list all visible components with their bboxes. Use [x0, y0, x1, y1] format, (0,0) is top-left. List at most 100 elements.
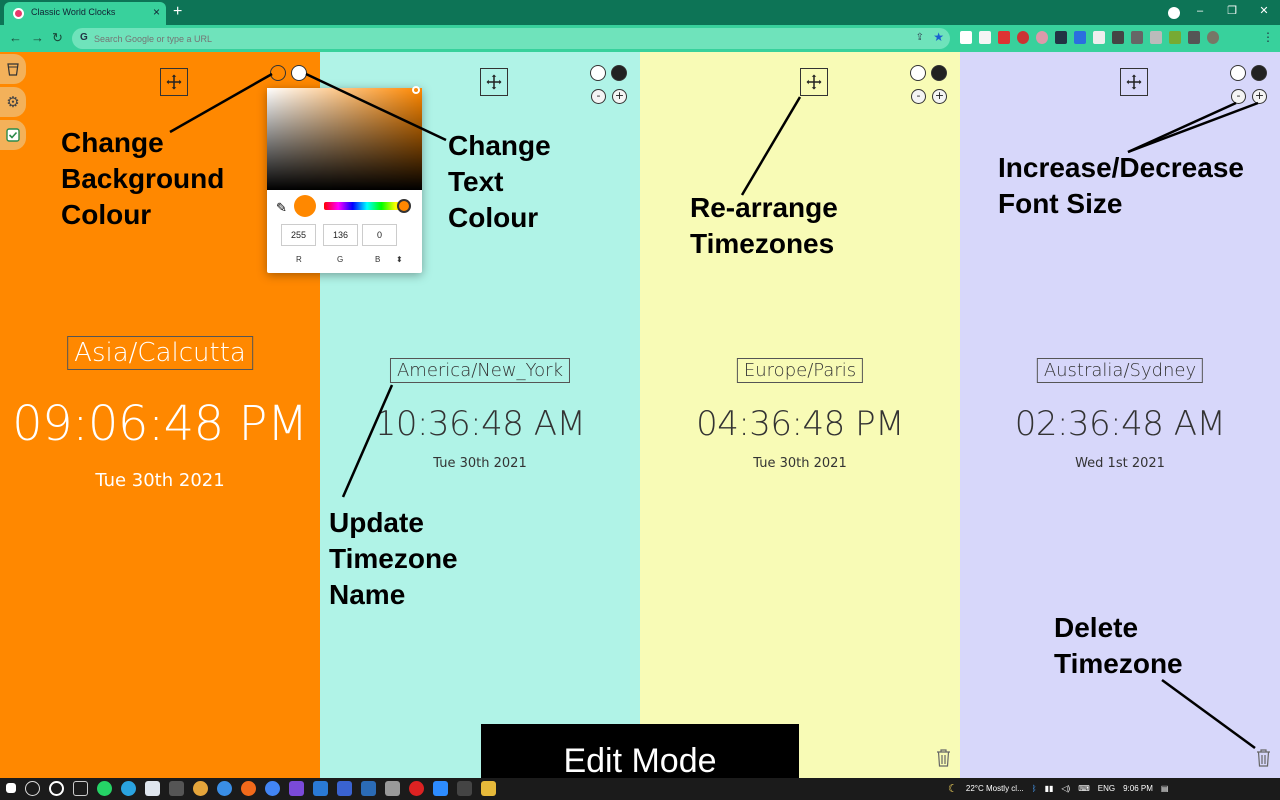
timezone-name-field[interactable]: Europe/Paris — [736, 358, 864, 383]
chrome-canary-icon[interactable] — [265, 781, 280, 796]
add-clock-button[interactable] — [0, 54, 26, 84]
decrease-font-button[interactable]: - — [911, 89, 926, 104]
windows-start-icon[interactable] — [6, 783, 16, 793]
colour-format-toggle[interactable]: ⬍ — [396, 255, 403, 264]
pinned-app-icon[interactable] — [169, 781, 184, 796]
extension-icon[interactable] — [1131, 31, 1143, 44]
move-handle-icon[interactable] — [800, 68, 828, 96]
extension-icon[interactable] — [1017, 31, 1029, 44]
edge-icon[interactable] — [217, 781, 232, 796]
clock-app-favicon-icon — [13, 8, 24, 19]
clock-time: 10:36:48 AM — [374, 404, 586, 444]
delete-timezone-icon[interactable] — [1256, 749, 1271, 767]
calculator-icon[interactable] — [385, 781, 400, 796]
delete-timezone-icon[interactable] — [936, 749, 951, 767]
browser-menu-icon[interactable]: ⋮ — [1262, 30, 1274, 44]
hue-handle[interactable] — [397, 199, 411, 213]
forward-arrow-icon[interactable]: → — [31, 30, 44, 45]
pinned-app-icon[interactable] — [361, 781, 376, 796]
zoom-icon[interactable] — [433, 781, 448, 796]
text-colour-button[interactable] — [291, 65, 307, 81]
clock-column: - + Europe/Paris 04:36:48 PM Tue 30th 20… — [640, 52, 960, 778]
close-window-button[interactable]: ✕ — [1248, 0, 1280, 25]
keyboard-icon[interactable]: ⌨ — [1078, 784, 1090, 793]
green-input[interactable] — [323, 224, 358, 246]
weather-text[interactable]: 22°C Mostly cl... — [966, 784, 1024, 793]
cortana-icon[interactable] — [49, 781, 64, 796]
profile-avatar[interactable] — [1207, 31, 1219, 44]
notepad-icon[interactable] — [145, 781, 160, 796]
move-handle-icon[interactable] — [480, 68, 508, 96]
whatsapp-icon[interactable] — [97, 781, 112, 796]
pinned-app-icon[interactable] — [337, 781, 352, 796]
checkbox-icon — [6, 128, 20, 142]
extension-icon[interactable] — [1150, 31, 1162, 44]
red-input[interactable] — [281, 224, 316, 246]
annotation-update-name: Update Timezone Name — [329, 507, 458, 610]
extension-icon[interactable] — [998, 31, 1010, 44]
share-icon[interactable]: ⇪ — [916, 32, 924, 43]
gear-icon: ⚙ — [6, 93, 20, 111]
reload-icon[interactable]: ↻ — [52, 30, 63, 46]
tab-search-icon[interactable] — [1168, 7, 1180, 19]
extension-icon[interactable] — [960, 31, 972, 44]
restore-button[interactable]: ❐ — [1216, 0, 1248, 25]
decrease-font-button[interactable]: - — [1231, 89, 1246, 104]
text-colour-button[interactable] — [1251, 65, 1267, 81]
bluetooth-icon[interactable]: ᛒ — [1032, 784, 1037, 793]
tab-close-icon[interactable]: × — [153, 5, 160, 19]
extension-icon[interactable] — [1169, 31, 1181, 44]
extension-icon[interactable] — [1074, 31, 1086, 44]
increase-font-button[interactable]: + — [1252, 89, 1267, 104]
background-colour-button[interactable] — [910, 65, 926, 81]
address-input[interactable] — [94, 31, 894, 46]
network-icon[interactable]: ▮▮ — [1045, 784, 1054, 793]
extension-icon[interactable] — [1036, 31, 1048, 44]
decrease-font-button[interactable]: - — [591, 89, 606, 104]
extension-icon[interactable] — [979, 31, 991, 44]
file-explorer-icon[interactable] — [481, 781, 496, 796]
extension-icon[interactable] — [1112, 31, 1124, 44]
notifications-icon[interactable]: ▤ — [1161, 784, 1169, 793]
minimize-button[interactable]: – — [1184, 0, 1216, 25]
task-view-icon[interactable] — [73, 781, 88, 796]
move-handle-icon[interactable] — [160, 68, 188, 96]
background-colour-button[interactable] — [1230, 65, 1246, 81]
eyedropper-icon[interactable]: ✎ — [276, 200, 287, 216]
saturation-area[interactable] — [267, 88, 422, 190]
extensions-puzzle-icon[interactable] — [1188, 31, 1200, 44]
increase-font-button[interactable]: + — [932, 89, 947, 104]
telegram-icon[interactable] — [121, 781, 136, 796]
edit-mode-toggle[interactable] — [0, 120, 26, 150]
pinned-app-icon[interactable] — [457, 781, 472, 796]
search-icon[interactable] — [25, 781, 40, 796]
background-colour-button[interactable] — [270, 65, 286, 81]
back-arrow-icon[interactable]: ← — [9, 30, 22, 45]
text-colour-button[interactable] — [931, 65, 947, 81]
bookmark-star-icon[interactable]: ★ — [933, 30, 944, 44]
firefox-icon[interactable] — [241, 781, 256, 796]
timezone-name-field[interactable]: America/New_York — [389, 358, 571, 383]
saturation-handle[interactable] — [412, 86, 420, 94]
new-tab-button[interactable]: + — [173, 3, 182, 21]
extension-icon[interactable] — [1093, 31, 1105, 44]
increase-font-button[interactable]: + — [612, 89, 627, 104]
timezone-name-field[interactable]: Asia/Calcutta — [67, 336, 253, 370]
record-icon[interactable] — [409, 781, 424, 796]
blue-input[interactable] — [362, 224, 397, 246]
chrome-icon[interactable] — [193, 781, 208, 796]
extension-icon[interactable] — [1055, 31, 1067, 44]
background-colour-button[interactable] — [590, 65, 606, 81]
timezone-name-field[interactable]: Australia/Sydney — [1036, 358, 1204, 383]
language-indicator[interactable]: ENG — [1098, 784, 1115, 793]
annotation-background-colour: Change Background Colour — [61, 127, 225, 230]
settings-button[interactable]: ⚙ — [0, 87, 26, 117]
volume-icon[interactable]: ◁) — [1061, 784, 1070, 793]
text-colour-button[interactable] — [611, 65, 627, 81]
taskbar-clock[interactable]: 9:06 PM — [1123, 784, 1153, 793]
move-handle-icon[interactable] — [1120, 68, 1148, 96]
pinned-app-icon[interactable] — [289, 781, 304, 796]
vscode-icon[interactable] — [313, 781, 328, 796]
browser-tab[interactable]: Classic World Clocks × — [4, 2, 166, 25]
address-bar[interactable]: G ⇪ ★ — [72, 28, 950, 49]
